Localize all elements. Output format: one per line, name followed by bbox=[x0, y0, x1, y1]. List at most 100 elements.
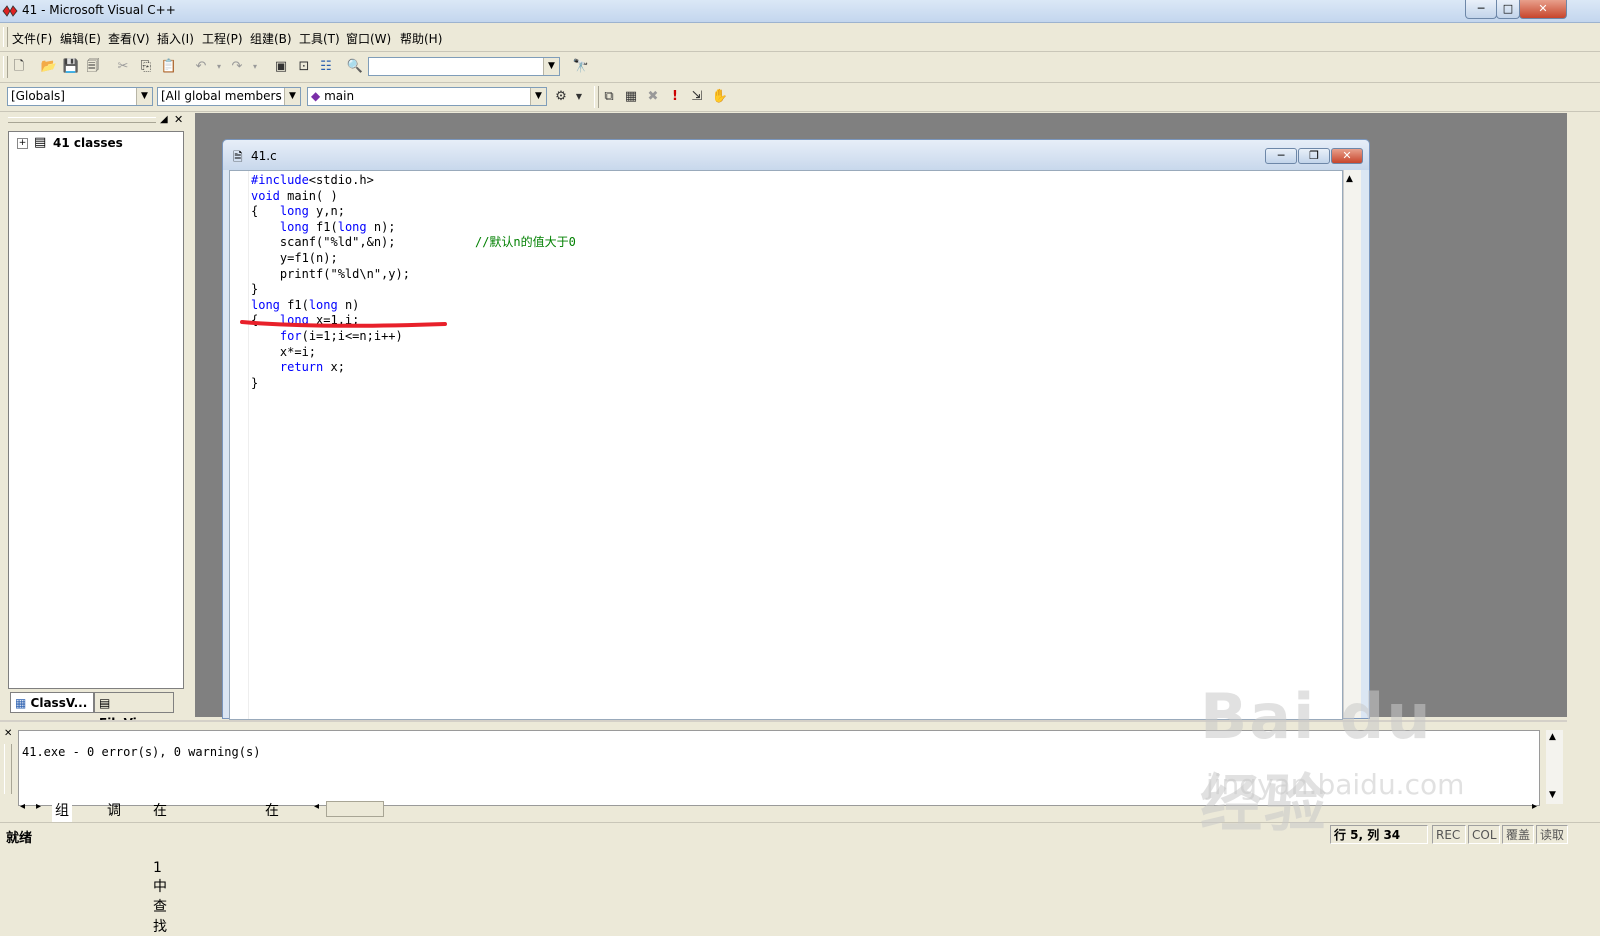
filter-combo[interactable]: [All global members ▼ bbox=[157, 87, 301, 106]
code-text[interactable]: #include<stdio.h> void main( ){ long y,n;… bbox=[251, 173, 576, 391]
code-line[interactable]: y=f1(n); bbox=[251, 251, 576, 267]
panel-grip[interactable] bbox=[8, 117, 156, 123]
menu-grip[interactable] bbox=[3, 27, 8, 47]
tree-root-label[interactable]: 41 classes bbox=[53, 136, 123, 150]
panel-close-icon[interactable]: ✕ bbox=[174, 113, 183, 126]
new-file-icon[interactable]: 🗋 bbox=[10, 58, 28, 76]
cut-icon[interactable]: ✂ bbox=[114, 58, 132, 76]
code-line[interactable]: long f1(long n); bbox=[251, 220, 576, 236]
editor-file-name: 41.c bbox=[251, 149, 277, 163]
panel-dock-icon[interactable]: ◢ bbox=[160, 114, 168, 125]
tab-classview[interactable]: ▦ ClassV... bbox=[10, 692, 94, 713]
code-line[interactable]: } bbox=[251, 376, 576, 392]
chevron-down-icon[interactable]: ▼ bbox=[530, 88, 546, 105]
menu-file[interactable]: 文件(F) bbox=[12, 30, 52, 47]
code-line[interactable]: for(i=1;i<=n;i++) bbox=[251, 329, 576, 345]
chevron-down-icon[interactable]: ▼ bbox=[284, 88, 300, 105]
scroll-down-icon[interactable]: ▼ bbox=[1549, 790, 1556, 800]
code-keyword: long bbox=[279, 219, 309, 234]
window-list-icon[interactable]: ☷ bbox=[317, 58, 335, 76]
menu-tools[interactable]: 工具(T) bbox=[299, 30, 340, 47]
code-line[interactable]: return x; bbox=[251, 360, 576, 376]
document-icon: 🗎 bbox=[233, 150, 243, 164]
editor-close-button[interactable]: ✕ bbox=[1331, 148, 1363, 164]
menu-edit[interactable]: 编辑(E) bbox=[60, 30, 101, 47]
scope-combo[interactable]: [Globals] ▼ bbox=[7, 87, 153, 106]
output-vertical-scrollbar[interactable]: ▲ ▼ bbox=[1546, 730, 1563, 804]
code-line[interactable]: { long y,n; bbox=[251, 204, 576, 220]
breakpoint-hand-icon[interactable]: ✋ bbox=[711, 88, 729, 106]
build-icon[interactable]: ▦ bbox=[622, 88, 640, 106]
code-line[interactable]: } bbox=[251, 282, 576, 298]
stop-build-icon[interactable]: ✖ bbox=[644, 88, 662, 106]
expand-plus-icon[interactable]: + bbox=[17, 138, 28, 149]
tab-fileview[interactable]: ▤ FileView bbox=[94, 692, 174, 730]
find-combo[interactable]: ▼ bbox=[368, 57, 560, 76]
code-line[interactable]: #include<stdio.h> bbox=[251, 173, 576, 189]
undo-icon[interactable]: ↶ bbox=[192, 58, 210, 76]
save-icon[interactable]: 💾 bbox=[62, 58, 80, 76]
open-folder-icon[interactable]: 📂 bbox=[40, 58, 58, 76]
go-icon[interactable]: ⇲ bbox=[688, 88, 706, 106]
editor-restore-button[interactable]: ❐ bbox=[1298, 148, 1330, 164]
editor-window: 🗎 41.c ─ ❐ ✕ #include<stdio.h> void main(… bbox=[222, 139, 1370, 720]
undo-dropdown-icon[interactable]: ▾ bbox=[210, 58, 228, 76]
find-in-files-icon[interactable]: 🔍 bbox=[346, 58, 364, 76]
editor-vertical-scrollbar[interactable]: ▲ bbox=[1343, 170, 1361, 718]
code-line[interactable]: scanf("%ld",&n); //默认n的值大于0 bbox=[251, 235, 576, 251]
output-close-icon[interactable]: ✕ bbox=[4, 728, 12, 739]
code-editor[interactable]: #include<stdio.h> void main( ){ long y,n;… bbox=[229, 170, 1343, 720]
code-line[interactable]: long f1(long n) bbox=[251, 298, 576, 314]
tab-scroll-right-icon[interactable]: ▸ bbox=[36, 801, 41, 812]
editor-margin[interactable] bbox=[230, 171, 249, 719]
hscroll-right-icon[interactable]: ▸ bbox=[1532, 801, 1537, 812]
redo-dropdown-icon[interactable]: ▾ bbox=[246, 58, 264, 76]
tab-find-in-files-1[interactable]: 在文件1中查找 bbox=[150, 800, 170, 936]
minimize-button[interactable]: ─ bbox=[1465, 0, 1497, 19]
output-grip[interactable] bbox=[4, 744, 12, 794]
tab-scroll-left-icon[interactable]: ◂ bbox=[20, 801, 25, 812]
chevron-down-icon[interactable]: ▼ bbox=[543, 58, 559, 75]
menu-insert[interactable]: 插入(I) bbox=[157, 30, 194, 47]
red-strikethrough-annotation bbox=[240, 320, 447, 328]
close-button[interactable]: ✕ bbox=[1519, 0, 1567, 19]
wizard-dropdown-icon[interactable]: ▼ bbox=[570, 88, 588, 106]
paste-icon[interactable]: 📋 bbox=[160, 58, 178, 76]
code-token: y,n; bbox=[308, 204, 345, 219]
code-line[interactable]: x*=i; bbox=[251, 345, 576, 361]
toolbar-grip[interactable] bbox=[3, 56, 8, 78]
baidu-watermark: Bai du 经验 jingyan.baidu.com bbox=[1200, 680, 1500, 840]
find-icon[interactable]: 🔭 bbox=[572, 58, 590, 76]
code-line[interactable]: printf("%ld\n",y); bbox=[251, 267, 576, 283]
redo-icon[interactable]: ↷ bbox=[228, 58, 246, 76]
code-keyword: long bbox=[251, 297, 280, 312]
execute-icon[interactable]: ! bbox=[666, 88, 684, 106]
watermark-logo-text: Bai du 经验 bbox=[1200, 680, 1433, 840]
menu-window[interactable]: 窗口(W) bbox=[346, 30, 391, 47]
menu-help[interactable]: 帮助(H) bbox=[400, 30, 442, 47]
code-line[interactable]: void main( ) bbox=[251, 189, 576, 205]
copy-icon[interactable]: ⎘ bbox=[137, 58, 155, 76]
editor-minimize-button[interactable]: ─ bbox=[1265, 148, 1297, 164]
scroll-up-icon[interactable]: ▲ bbox=[1549, 732, 1556, 742]
chevron-down-icon[interactable]: ▼ bbox=[136, 88, 152, 105]
code-token: scanf("%ld",&n); bbox=[251, 235, 475, 250]
output-window-icon[interactable]: ⊡ bbox=[295, 58, 313, 76]
save-all-icon[interactable]: 🗐 bbox=[84, 58, 102, 76]
output-horizontal-scrollbar[interactable] bbox=[326, 801, 384, 817]
scroll-up-icon[interactable]: ▲ bbox=[1346, 174, 1353, 184]
function-combo[interactable]: ◆ main ▼ bbox=[307, 87, 547, 106]
build-toolbar-grip[interactable] bbox=[594, 86, 599, 108]
compile-icon[interactable]: ⧉ bbox=[600, 88, 618, 106]
editor-title-bar[interactable]: 🗎 41.c ─ ❐ ✕ bbox=[223, 140, 1369, 170]
maximize-button[interactable]: □ bbox=[1496, 0, 1520, 19]
menu-build[interactable]: 组建(B) bbox=[250, 30, 292, 47]
wizard-actions-icon[interactable]: ⚙ bbox=[552, 88, 570, 106]
workspace-window-icon[interactable]: ▣ bbox=[272, 58, 290, 76]
menu-view[interactable]: 查看(V) bbox=[108, 30, 150, 47]
hscroll-left-icon[interactable]: ◂ bbox=[314, 801, 319, 812]
class-tree[interactable]: + ▤ 41 classes bbox=[8, 131, 184, 689]
menu-project[interactable]: 工程(P) bbox=[202, 30, 243, 47]
